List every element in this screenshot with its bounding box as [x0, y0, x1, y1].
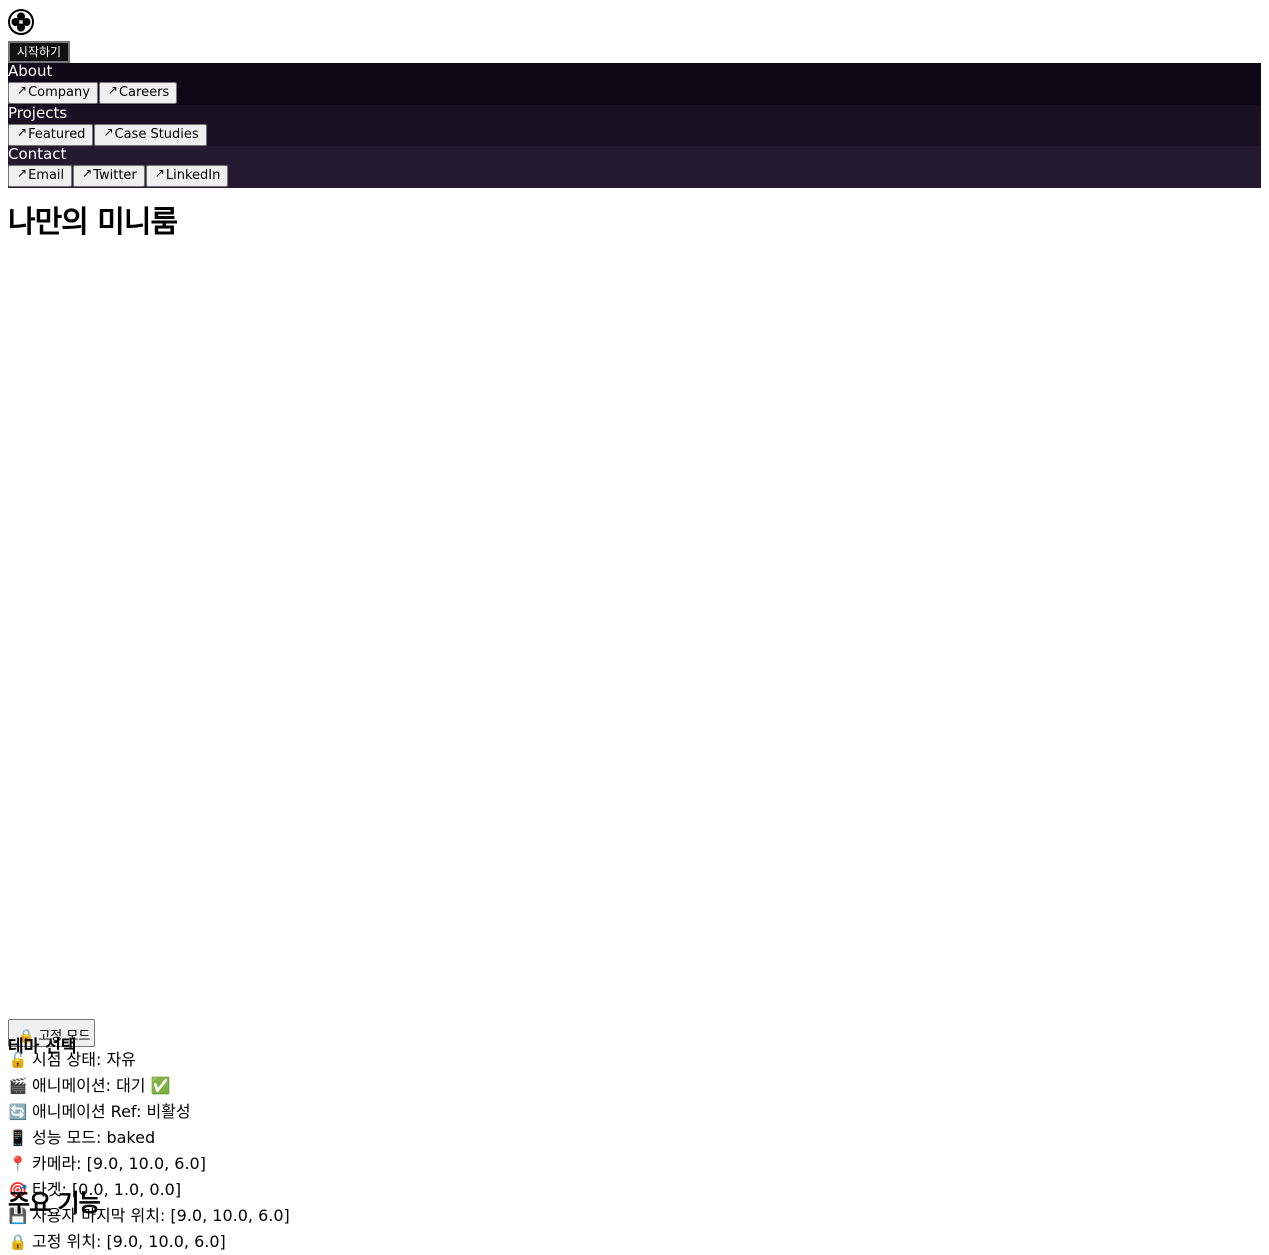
status-text: 시점 상태: 자유 [32, 1050, 136, 1069]
link-label: Company [28, 85, 90, 100]
link-label: Featured [28, 126, 86, 142]
menu-links: ↗ Email ↗ Twitter ↗ LinkedIn [8, 165, 229, 187]
status-text: 성능 모드: baked [32, 1128, 156, 1147]
menu-section-title: About [8, 62, 53, 80]
status-fixed-position: 🔒 고정 위치: [9.0, 10.0, 6.0] [8, 1229, 290, 1255]
link-linkedin[interactable]: ↗ LinkedIn [145, 165, 229, 187]
arrow-up-right-icon: ↗ [82, 166, 93, 180]
link-featured[interactable]: ↗ Featured [8, 123, 94, 146]
menu-section-title: Contact [8, 145, 67, 163]
menu-section-projects: Projects ↗ Featured ↗ Case Studies [8, 103, 1261, 146]
link-twitter[interactable]: ↗ Twitter [73, 165, 145, 187]
arrow-up-right-icon: ↗ [17, 124, 28, 139]
link-label: Case Studies [114, 126, 199, 142]
refresh-icon: 🔄 [8, 1103, 28, 1121]
menu-links: ↗ Company ↗ Careers [8, 82, 178, 104]
link-label: Careers [118, 85, 170, 100]
link-label: Email [28, 168, 65, 183]
link-label: LinkedIn [165, 168, 221, 183]
menu-section-title: Projects [8, 103, 68, 122]
link-email[interactable]: ↗ Email [8, 165, 73, 187]
link-careers[interactable]: ↗ Careers [98, 82, 178, 104]
link-company[interactable]: ↗ Company [8, 82, 98, 104]
status-animation-ref: 🔄 애니메이션 Ref: 비활성 [8, 1099, 290, 1125]
arrow-up-right-icon: ↗ [107, 83, 118, 97]
menu-links: ↗ Featured ↗ Case Studies [8, 123, 208, 146]
arrow-up-right-icon: ↗ [17, 166, 28, 180]
status-text: 고정 위치: [9.0, 10.0, 6.0] [32, 1232, 226, 1251]
status-text: 카메라: [9.0, 10.0, 6.0] [32, 1154, 206, 1173]
link-label: Twitter [93, 168, 137, 183]
unlock-icon: 🔓 [8, 1051, 28, 1069]
menu: About ↗ Company ↗ Careers Projects ↗ Featur… [8, 63, 1261, 188]
status-camera: 📍 카메라: [9.0, 10.0, 6.0] [8, 1151, 290, 1177]
arrow-up-right-icon: ↗ [154, 166, 165, 180]
status-text: 애니메이션 Ref: 비활성 [32, 1102, 191, 1121]
arrow-up-right-icon: ↗ [17, 83, 28, 97]
quad-circle-logo-icon[interactable] [8, 9, 34, 35]
page-title: 나만의 미니룸 [8, 205, 178, 240]
status-text: 애니메이션: 대기 ✅ [32, 1076, 171, 1095]
status-list: 🔓 시점 상태: 자유 🎬 애니메이션: 대기 ✅ 🔄 애니메이션 Ref: 비활성 … [8, 1047, 290, 1255]
status-view-state: 🔓 시점 상태: 자유 [8, 1047, 290, 1073]
clapper-icon: 🎬 [8, 1077, 28, 1095]
lock-icon: 🔒 [8, 1233, 28, 1251]
arrow-up-right-icon: ↗ [103, 124, 114, 139]
features-heading: 주요 기능 [8, 1189, 101, 1217]
menu-section-about: About ↗ Company ↗ Careers [8, 63, 1261, 105]
pin-icon: 📍 [8, 1155, 28, 1173]
start-button[interactable]: 시작하기 [8, 41, 70, 63]
menu-section-contact: Contact ↗ Email ↗ Twitter ↗ LinkedIn [8, 146, 1261, 188]
link-case-studies[interactable]: ↗ Case Studies [94, 123, 207, 146]
status-animation: 🎬 애니메이션: 대기 ✅ [8, 1073, 290, 1099]
status-performance-mode: 📱 성능 모드: baked [8, 1125, 290, 1151]
phone-icon: 📱 [8, 1129, 28, 1147]
